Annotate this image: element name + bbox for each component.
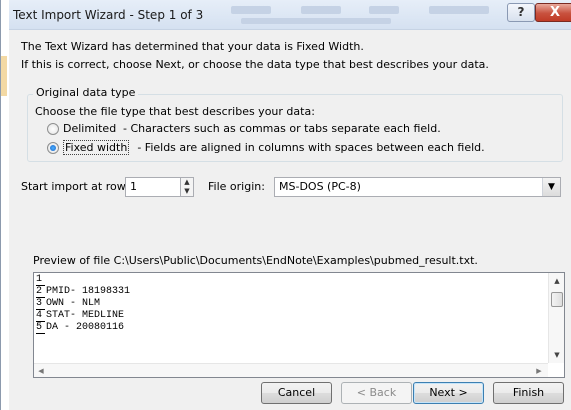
preview-row: 4 STAT- MEDLINE [36,310,546,322]
preview-row-text: OWN - NLM [46,298,101,309]
preview-row-number: 4 [36,310,45,322]
spin-down-icon[interactable]: ▼ [181,187,193,196]
intro-line-2: If this is correct, choose Next, or choo… [21,58,489,71]
preview-row-number: 5 [36,322,45,334]
preview-row: 2 PMID- 18198331 [36,286,546,298]
file-type-prompt: Choose the file type that best describes… [35,105,315,118]
start-import-row-label: Start import at row: [21,180,129,193]
background-sheet-edge [1,0,9,410]
back-button[interactable]: < Back [341,382,412,404]
preview-row: 3 OWN - NLM [36,298,546,310]
scroll-left-icon[interactable]: ◀ [34,364,48,377]
close-icon: X [549,5,561,20]
cancel-button[interactable]: Cancel [261,382,332,404]
delimited-radio-option[interactable]: Delimited - Characters such as commas or… [47,122,441,135]
help-icon: ? [517,5,525,19]
title-bar: Text Import Wizard - Step 1 of 3 ? X [9,0,571,30]
start-import-row-spinner[interactable]: ▲ ▼ [180,177,194,197]
preview-row-text: PMID- 18198331 [46,286,131,297]
next-button[interactable]: Next > [413,382,484,404]
preview-row-text: STAT- MEDLINE [46,310,125,321]
background-ribbon-ghost [429,6,489,14]
delimited-radio-button[interactable] [47,122,59,135]
preview-row-number: 3 [36,298,45,310]
delimited-radio-label[interactable]: Delimited [63,122,123,135]
preview-label: Preview of file C:\Users\Public\Document… [33,254,478,267]
original-data-type-legend: Original data type [33,86,139,99]
fixed-width-radio-option[interactable]: Fixed width - Fields are aligned in colu… [47,140,485,155]
chevron-down-icon[interactable]: ▼ [542,178,560,196]
preview-vertical-scrollbar[interactable]: ▲ ▼ [548,273,564,363]
fixed-width-description: - Fields are aligned in columns with spa… [137,141,485,154]
preview-row: 1 [36,274,546,286]
background-ribbon-ghost [231,6,271,14]
scroll-up-icon[interactable]: ▲ [549,273,564,289]
selected-cell-edge [1,56,7,96]
preview-row-text: DA - 20080116 [46,322,125,333]
preview-row-text [45,274,46,286]
vertical-scroll-thumb[interactable] [551,292,563,307]
scroll-down-icon[interactable]: ▼ [549,347,564,363]
file-preview-pane[interactable]: 1 2 PMID- 18198331 3 OWN - NLM 4 STAT- MEDL… [33,272,565,378]
help-button[interactable]: ? [507,3,535,22]
background-ribbon-ghost [369,6,399,14]
delimited-description: - Characters such as commas or tabs sepa… [123,122,441,135]
preview-row: 5 DA - 20080116 [36,322,546,334]
spin-up-icon[interactable]: ▲ [181,178,193,187]
fixed-width-radio-button[interactable] [47,141,59,154]
fixed-width-radio-label[interactable]: Fixed width [63,140,130,155]
text-import-wizard-window: Text Import Wizard - Step 1 of 3 ? X The… [0,0,571,410]
background-ribbon-ghost [301,6,341,14]
file-origin-label: File origin: [208,180,265,193]
window-title: Text Import Wizard - Step 1 of 3 [13,8,204,22]
close-button[interactable]: X [535,3,571,22]
finish-button[interactable]: Finish [493,382,564,404]
background-ribbon-ghost [241,18,391,24]
preview-row-number: 2 [36,286,45,298]
file-origin-select[interactable]: MS-DOS (PC-8) [274,177,561,197]
preview-row-number: 1 [36,274,45,286]
scroll-right-icon[interactable]: ▶ [532,364,546,377]
wizard-content: The Text Wizard has determined that your… [9,31,571,410]
intro-line-1: The Text Wizard has determined that your… [21,40,364,53]
preview-horizontal-scrollbar[interactable]: ◀ ▶ [34,363,548,377]
preview-rows: 1 2 PMID- 18198331 3 OWN - NLM 4 STAT- MEDL… [36,274,546,334]
